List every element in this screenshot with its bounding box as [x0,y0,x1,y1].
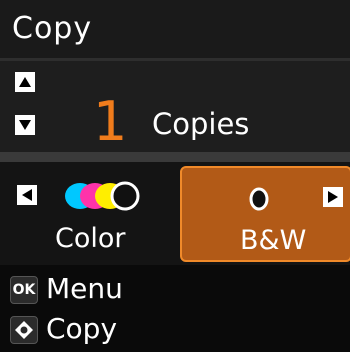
color-mode-option[interactable]: Color [0,162,172,265]
decrease-copies-button[interactable] [15,115,35,135]
copies-label: Copies [152,107,250,141]
diamond-start-icon [15,321,33,339]
bw-mode-label: B&W [240,225,307,256]
arrow-up-icon [19,77,31,87]
copy-hint-label: Copy [46,312,118,345]
page-title: Copy [12,11,93,46]
menu-hint-label: Menu [46,272,123,305]
increase-copies-button[interactable] [15,72,35,92]
arrow-down-icon [19,120,31,130]
arrow-left-icon [22,189,32,201]
ok-key-icon: OK [10,276,38,304]
bw-mode-option[interactable]: B&W [180,166,350,262]
divider [0,152,350,162]
mode-left-button[interactable] [17,185,37,205]
color-mode-label: Color [55,223,126,254]
copies-count[interactable]: 1 [93,92,127,152]
mode-right-button[interactable] [323,187,343,207]
black-ink-icon [249,187,269,211]
arrow-right-icon [328,191,338,203]
color-ink-icon [65,181,140,211]
start-key-icon [10,316,38,344]
